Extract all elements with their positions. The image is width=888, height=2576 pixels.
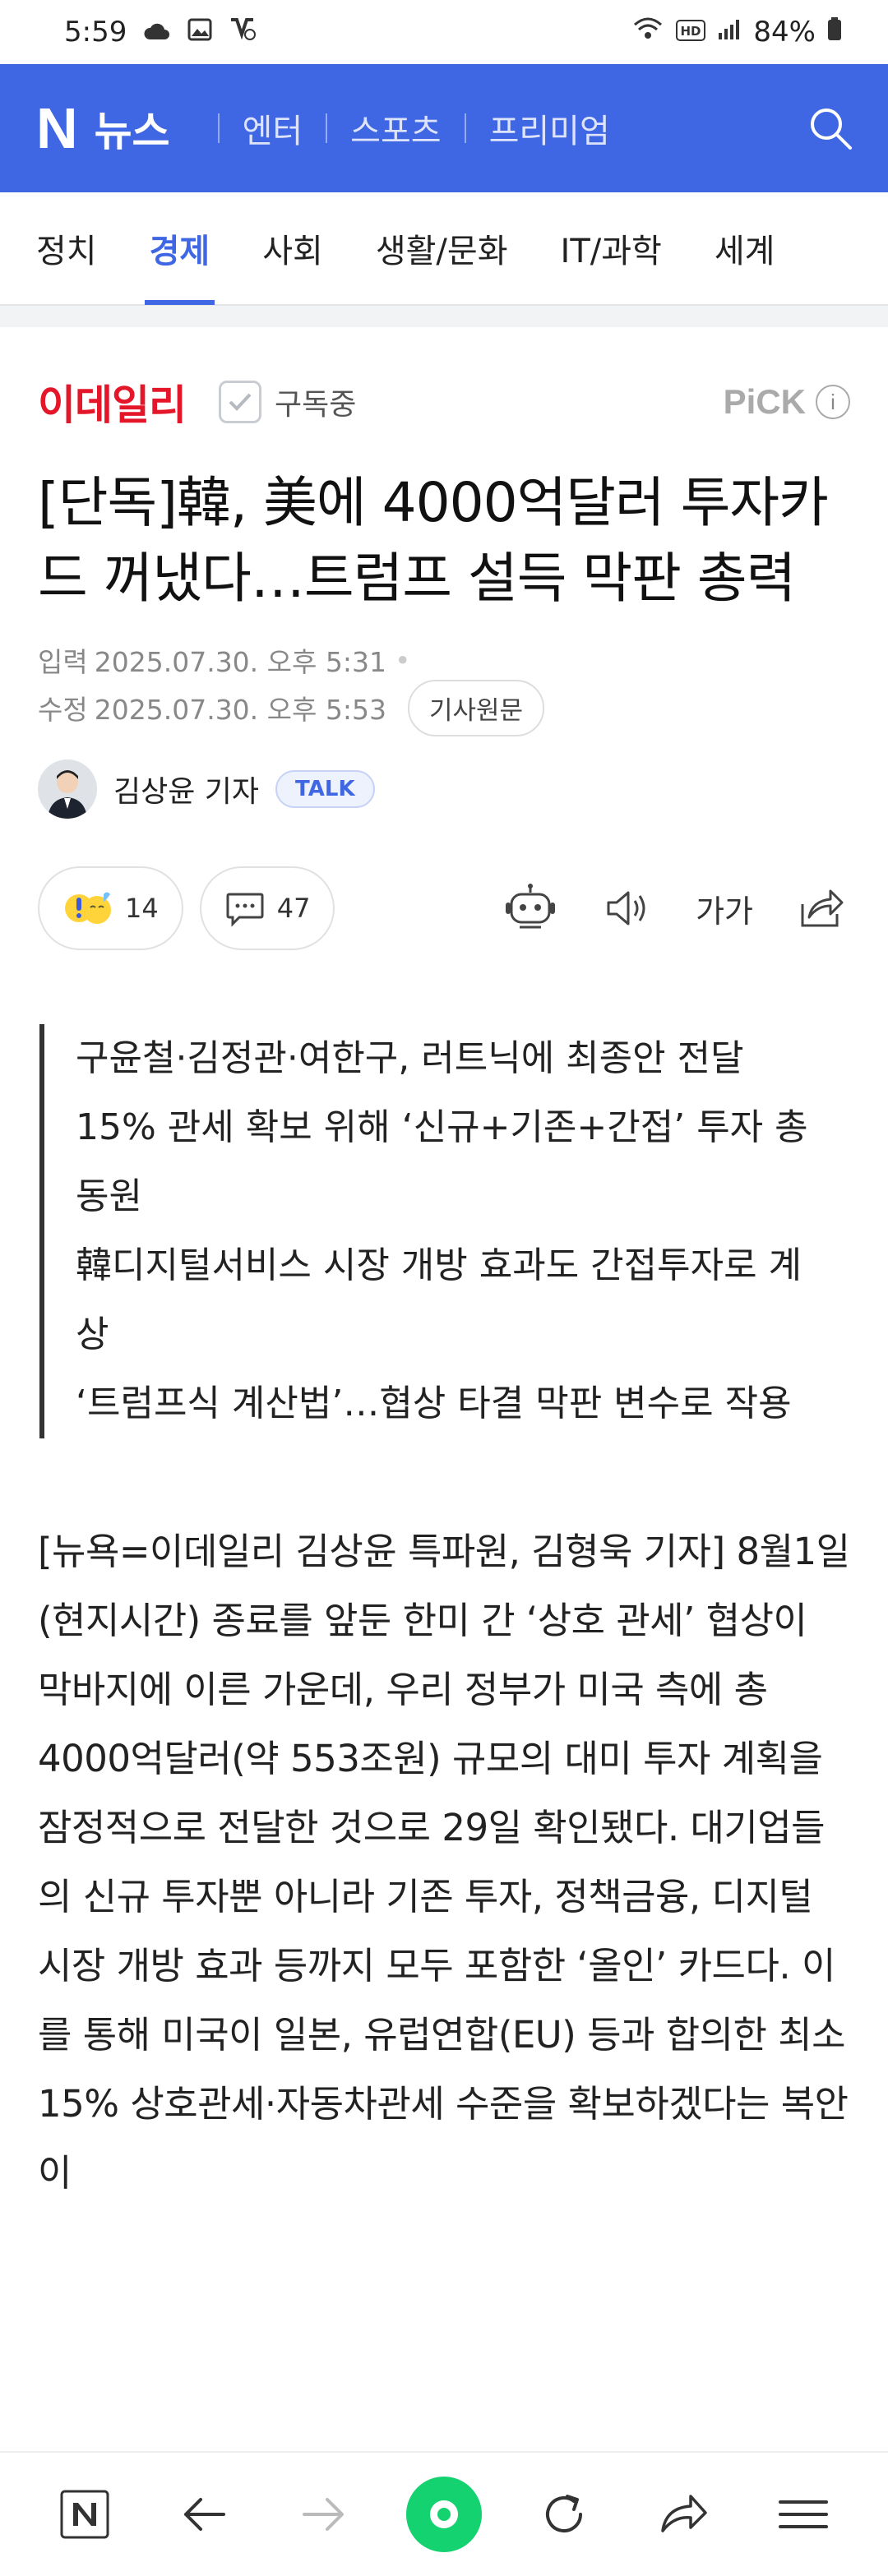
naver-home-icon[interactable] — [48, 2477, 122, 2551]
category-politics[interactable]: 정치 — [36, 192, 97, 305]
divider — [464, 113, 466, 143]
refresh-icon[interactable] — [527, 2477, 601, 2551]
signal-icon — [717, 16, 742, 48]
tab-entertainment[interactable]: 엔터 — [243, 104, 303, 152]
article-summary: 구윤철·김정관·여한구, 러트닉에 최종안 전달 15% 관세 확보 위해 ‘신… — [39, 1024, 829, 1438]
category-economy[interactable]: 경제 — [144, 192, 215, 305]
pick-label: PiCK — [723, 382, 806, 421]
article-actions: 14 47 가가 — [0, 819, 888, 952]
battery-percent: 84% — [753, 16, 816, 48]
reporter-name[interactable]: 김상윤 기자 — [113, 768, 259, 810]
app-header: N 뉴스 엔터 스포츠 프리미엄 — [0, 64, 888, 192]
summary-line: 구윤철·김정관·여한구, 러트닉에 최종안 전달 — [76, 1037, 744, 1079]
status-time: 5:59 — [64, 16, 127, 48]
share-icon[interactable] — [793, 879, 850, 937]
talk-button[interactable]: TALK — [275, 770, 375, 808]
hd-icon: HD — [676, 16, 706, 48]
share-page-icon[interactable] — [647, 2477, 721, 2551]
article-meta: 입력 2025.07.30. 오후 5:31 • 수정 2025.07.30. … — [0, 616, 888, 736]
summary-bot-icon[interactable] — [502, 879, 559, 937]
summary-line: 15% 관세 확보 위해 ‘신규+기존+간접’ 투자 총동원 — [76, 1106, 808, 1217]
category-it-science[interactable]: IT/과학 — [561, 192, 662, 305]
tab-premium[interactable]: 프리미엄 — [489, 104, 610, 152]
article-title: [단독]韓, 美에 4000억달러 투자카드 꺼냈다…트럼프 설득 막판 총력 — [38, 471, 829, 610]
category-life-culture[interactable]: 생활/문화 — [376, 192, 508, 305]
summary-line: 韓디지털서비스 시장 개방 효과도 간접투자로 계상 — [76, 1244, 802, 1355]
subscribe-label[interactable]: 구독중 — [275, 381, 356, 423]
section-divider — [0, 306, 888, 327]
subscribe-checkbox[interactable] — [219, 381, 261, 423]
divider — [326, 113, 328, 143]
cloud-icon — [143, 16, 171, 48]
category-society[interactable]: 사회 — [262, 192, 323, 305]
naver-logo[interactable]: N — [36, 95, 78, 161]
category-world[interactable]: 세계 — [715, 192, 775, 305]
pick-badge: PiCK i — [724, 382, 850, 422]
modified-label: 수정 — [38, 694, 88, 726]
back-arrow-icon[interactable] — [167, 2477, 241, 2551]
font-size-icon[interactable]: 가가 — [696, 879, 753, 937]
status-bar: 5:59 HD 84% — [0, 0, 888, 64]
green-dot-icon — [429, 2500, 458, 2528]
comment-button[interactable]: 47 — [199, 866, 335, 950]
modified-date: 2025.07.30. 오후 5:53 — [94, 694, 386, 726]
published-date: 2025.07.30. 오후 5:31 — [94, 646, 386, 678]
bottom-navigation — [0, 2451, 888, 2576]
app-notification-icon — [229, 16, 257, 48]
reporter-row: 김상윤 기자 TALK — [0, 732, 888, 819]
divider — [217, 113, 220, 143]
dot-separator: • — [394, 644, 411, 676]
wifi-icon — [631, 16, 664, 48]
info-icon[interactable]: i — [816, 385, 850, 419]
tab-sports[interactable]: 스포츠 — [350, 104, 441, 152]
menu-icon[interactable] — [766, 2477, 840, 2551]
comment-icon — [226, 893, 264, 927]
comment-count: 47 — [276, 893, 311, 924]
reporter-avatar[interactable] — [38, 759, 97, 819]
press-logo[interactable]: 이데일리 — [38, 372, 187, 432]
article-body: [뉴욕=이데일리 김상윤 특파원, 김형욱 기자] 8월1일(현지시간) 종료를… — [38, 1530, 850, 2195]
news-home-link[interactable]: 뉴스 — [95, 99, 170, 158]
summary-line: ‘트럼프식 계산법’…협상 타결 막판 변수로 작용 — [76, 1383, 792, 1424]
reaction-button[interactable]: 14 — [38, 866, 183, 950]
press-row: 이데일리 구독중 PiCK i — [0, 327, 888, 429]
original-article-button[interactable]: 기사원문 — [407, 679, 545, 736]
published-label: 입력 — [38, 646, 88, 678]
reaction-count: 14 — [125, 893, 159, 924]
image-icon — [187, 16, 212, 48]
forward-arrow-icon[interactable] — [287, 2477, 361, 2551]
speaker-icon[interactable] — [599, 879, 656, 937]
svg-text:HD: HD — [681, 24, 701, 39]
category-nav: 정치 경제 사회 생활/문화 IT/과학 세계 — [0, 192, 888, 306]
reaction-emoji-icon — [65, 892, 111, 924]
search-icon[interactable] — [806, 104, 855, 153]
green-dot-button[interactable] — [405, 2477, 482, 2552]
battery-icon — [827, 16, 842, 48]
